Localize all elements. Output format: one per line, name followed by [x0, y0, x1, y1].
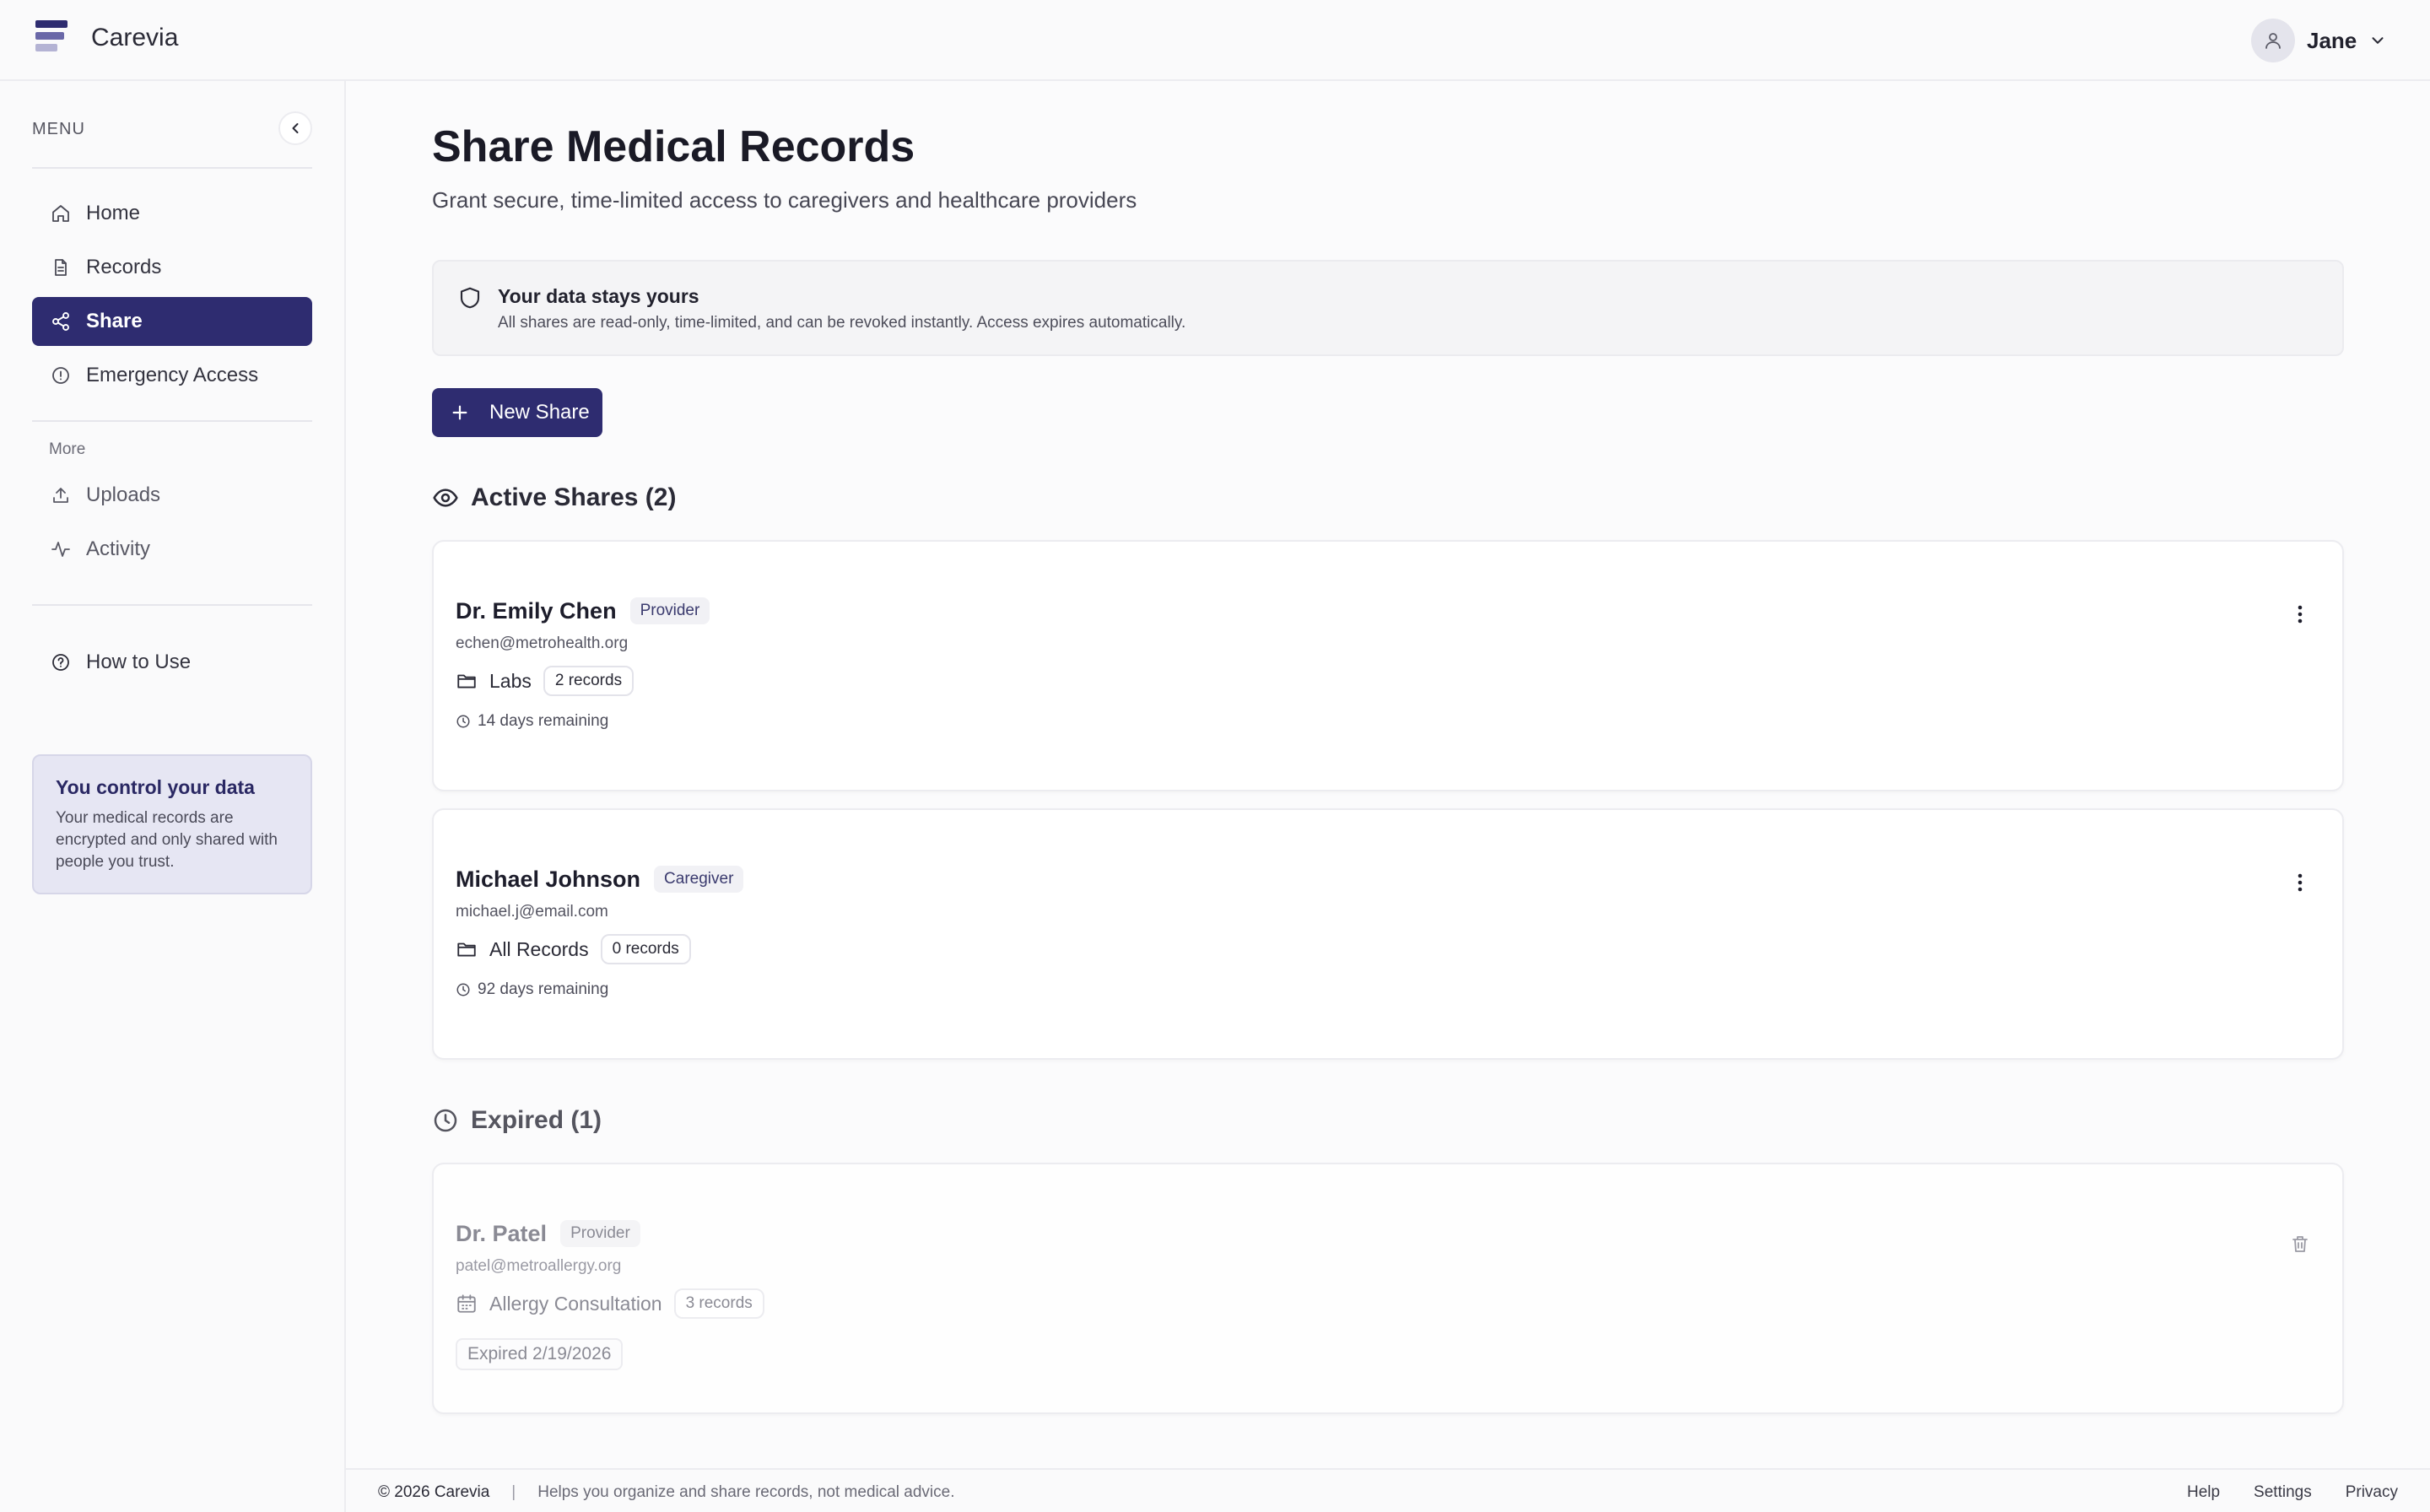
share-recipient-name: Dr. Patel: [456, 1220, 548, 1246]
info-card-title: You control your data: [56, 776, 255, 798]
share-recipient-email: echen@metrohealth.org: [456, 634, 629, 652]
sidebar-item-share[interactable]: Share: [32, 297, 312, 346]
delete-share-button[interactable]: [2283, 1227, 2317, 1261]
sidebar-item-label: Share: [86, 310, 143, 332]
time-remaining: 92 days remaining: [478, 980, 609, 998]
footer-copyright: © 2026 Carevia: [378, 1483, 490, 1501]
notice-body: All shares are read-only, time-limited, …: [498, 314, 1186, 332]
folder-icon: [456, 938, 478, 960]
collapse-sidebar-button[interactable]: [278, 111, 312, 145]
share-recipient-email: patel@metroallergy.org: [456, 1257, 622, 1275]
calendar-icon: [456, 1293, 478, 1315]
more-options-button[interactable]: [2283, 597, 2317, 631]
sidebar-divider: [32, 420, 312, 422]
upload-icon: [49, 483, 73, 507]
privacy-info-card: You control your data Your medical recor…: [32, 754, 312, 894]
sidebar-item-label: Emergency Access: [86, 364, 259, 386]
expired-shares-heading: Expired (1): [432, 1104, 602, 1137]
trash-icon: [2290, 1234, 2310, 1254]
role-badge: Provider: [560, 1220, 640, 1247]
share-card: Dr. Emily Chen Provider echen@metrohealt…: [432, 540, 2344, 791]
sidebar-item-label: Home: [86, 202, 141, 224]
role-badge: Caregiver: [654, 866, 744, 893]
shield-icon: [457, 285, 483, 310]
data-privacy-notice: Your data stays yours All shares are rea…: [432, 260, 2344, 356]
share-recipient-name: Dr. Emily Chen: [456, 597, 617, 624]
sidebar-item-home[interactable]: Home: [32, 189, 312, 238]
info-card-body: Your medical records are encrypted and o…: [56, 809, 278, 871]
sidebar: MENU Home Records Share Emergency Access…: [0, 81, 346, 1512]
footer-tagline: Helps you organize and share records, no…: [537, 1483, 955, 1501]
activity-icon: [49, 537, 73, 561]
clock-icon: [456, 982, 471, 997]
page-subtitle: Grant secure, time-limited access to car…: [432, 187, 1137, 213]
document-icon: [49, 256, 73, 279]
app-name: Carevia: [91, 24, 179, 51]
sidebar-item-label: Activity: [86, 537, 151, 560]
share-recipient-email: michael.j@email.com: [456, 903, 608, 921]
user-name: Jane: [2307, 27, 2357, 53]
section-title: Expired (1): [471, 1106, 602, 1134]
avatar: [2251, 19, 2295, 62]
user-icon: [2263, 30, 2283, 51]
share-recipient-name: Michael Johnson: [456, 866, 641, 892]
more-label: More: [49, 440, 86, 458]
alert-circle-icon: [49, 364, 73, 387]
sidebar-item-records[interactable]: Records: [32, 243, 312, 292]
share-scope: Labs: [489, 669, 532, 692]
share-icon: [49, 310, 73, 333]
share-card: Michael Johnson Caregiver michael.j@emai…: [432, 808, 2344, 1060]
share-scope: All Records: [489, 937, 589, 960]
record-count-badge: 0 records: [600, 934, 691, 964]
more-options-button[interactable]: [2283, 866, 2317, 899]
sidebar-item-uploads[interactable]: Uploads: [32, 471, 312, 520]
home-icon: [49, 202, 73, 225]
user-menu-button[interactable]: Jane: [2251, 17, 2387, 64]
footer-link-settings[interactable]: Settings: [2254, 1483, 2312, 1502]
notice-title: Your data stays yours: [498, 285, 699, 307]
page-title: Share Medical Records: [432, 122, 915, 171]
kebab-menu-icon: [2297, 872, 2303, 893]
help-circle-icon: [49, 651, 73, 674]
new-share-button[interactable]: New Share: [432, 388, 602, 437]
footer-link-privacy[interactable]: Privacy: [2346, 1483, 2398, 1502]
plus-icon: [451, 403, 469, 422]
share-scope: Allergy Consultation: [489, 1292, 662, 1315]
section-title: Active Shares (2): [471, 483, 677, 511]
top-bar: Carevia Jane: [0, 0, 2430, 81]
chevron-down-icon: [2368, 31, 2387, 50]
sidebar-divider: [32, 604, 312, 606]
eye-icon: [432, 484, 459, 511]
new-share-label: New Share: [489, 401, 590, 424]
record-count-badge: 2 records: [543, 666, 634, 696]
time-remaining: 14 days remaining: [478, 712, 609, 730]
carevia-logo-icon: [35, 20, 71, 52]
expired-share-card: Dr. Patel Provider patel@metroallergy.or…: [432, 1163, 2344, 1414]
footer: © 2026 Carevia | Helps you organize and …: [346, 1468, 2430, 1512]
record-count-badge: 3 records: [673, 1288, 764, 1319]
sidebar-item-emergency-access[interactable]: Emergency Access: [32, 351, 312, 400]
menu-label: MENU: [32, 120, 85, 138]
active-shares-heading: Active Shares (2): [432, 481, 676, 515]
clock-icon: [432, 1107, 459, 1134]
sidebar-divider: [32, 167, 312, 169]
sidebar-item-activity[interactable]: Activity: [32, 525, 312, 574]
chevron-left-icon: [287, 120, 304, 137]
role-badge: Provider: [629, 597, 710, 624]
sidebar-item-label: Uploads: [86, 483, 161, 506]
footer-link-help[interactable]: Help: [2187, 1483, 2220, 1502]
expired-status-badge: Expired 2/19/2026: [456, 1338, 624, 1370]
folder-icon: [456, 670, 478, 692]
clock-icon: [456, 714, 471, 729]
sidebar-item-how-to-use[interactable]: How to Use: [32, 638, 312, 687]
sidebar-item-label: How to Use: [86, 651, 192, 673]
kebab-menu-icon: [2297, 604, 2303, 624]
sidebar-item-label: Records: [86, 256, 162, 278]
footer-separator: |: [511, 1483, 516, 1501]
